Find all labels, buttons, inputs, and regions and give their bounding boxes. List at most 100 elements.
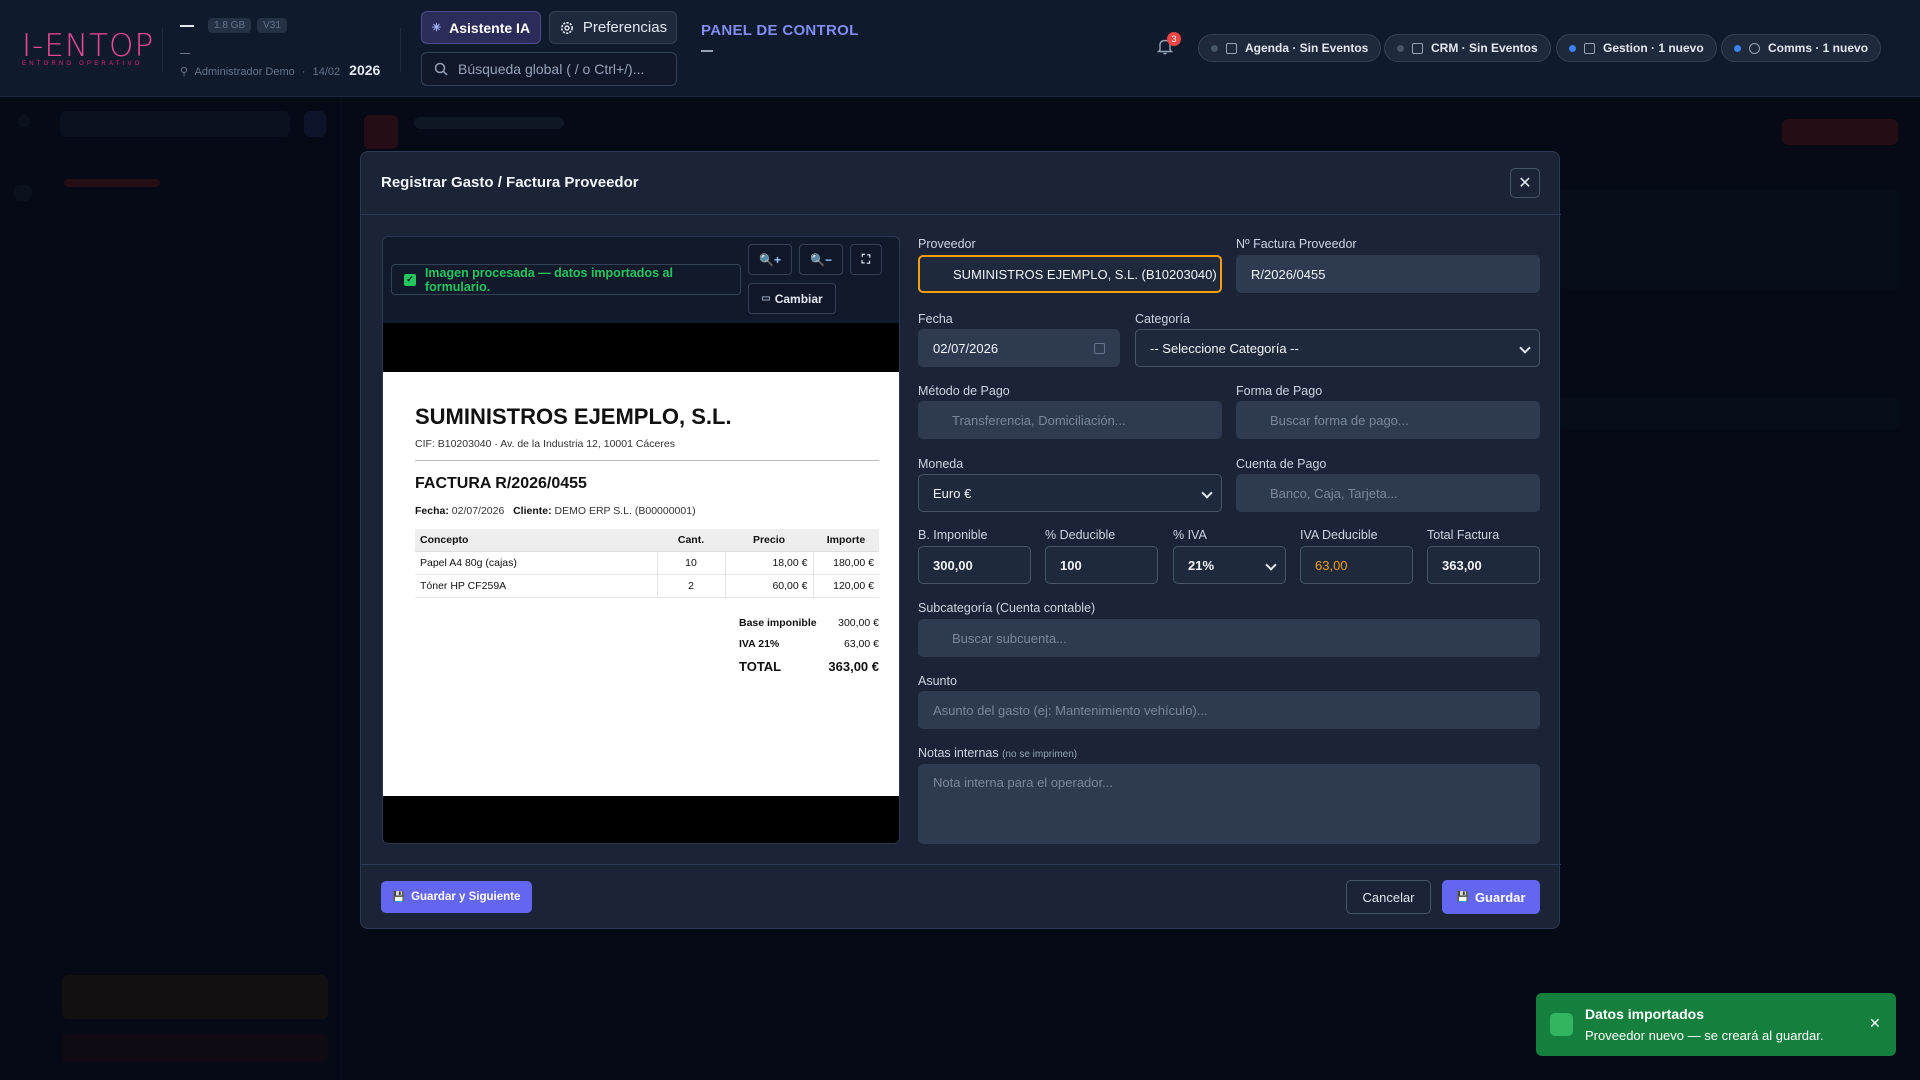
chip-comms[interactable]: Comms · 1 nuevo bbox=[1721, 34, 1882, 62]
close-button[interactable]: ✕ bbox=[1510, 168, 1540, 198]
processed-status: ✓ Imagen procesada — datos importados al… bbox=[391, 264, 741, 295]
asunto-input[interactable]: Asunto del gasto (ej: Mantenimiento vehí… bbox=[918, 691, 1540, 729]
chip-gestion[interactable]: Gestion · 1 nuevo bbox=[1556, 34, 1717, 62]
cuenta-input[interactable]: Banco, Caja, Tarjeta... bbox=[1236, 474, 1540, 512]
zoom-out-icon: 🔍− bbox=[810, 252, 832, 267]
moneda-select[interactable]: Euro € bbox=[918, 474, 1222, 512]
table-row: Papel A4 80g (cajas) 10 18,00 € 180,00 € bbox=[415, 551, 879, 575]
metodo-label: Método de Pago bbox=[918, 384, 1010, 398]
chip-crm[interactable]: CRM · Sin Eventos bbox=[1384, 34, 1551, 62]
subcat-label: Subcategoría (Cuenta contable) bbox=[918, 601, 1096, 615]
global-search-input[interactable]: Búsqueda global ( / o Ctrl+/)... bbox=[421, 52, 677, 86]
cancel-button[interactable]: Cancelar bbox=[1346, 880, 1431, 914]
notifications-button[interactable]: 3 bbox=[1156, 32, 1181, 60]
calendar-icon bbox=[1094, 343, 1105, 354]
iva-value: 63,00 € bbox=[843, 638, 879, 650]
nfactura-field[interactable]: R/2026/0455 bbox=[1236, 255, 1540, 293]
fecha-field[interactable]: 02/07/2026 bbox=[918, 329, 1120, 367]
row-qty: 2 bbox=[657, 574, 726, 598]
total-value: 363,00 € bbox=[828, 659, 879, 674]
deducible-input[interactable]: 100 bbox=[1045, 546, 1158, 584]
ai-assistant-button[interactable]: ✳ Asistente IA bbox=[421, 11, 541, 44]
notas-hint: (no se imprimen) bbox=[1002, 749, 1078, 760]
table-row: Tóner HP CF259A 2 60,00 € 120,00 € bbox=[415, 574, 879, 598]
invoice-totals: Base imponible 300,00 € IVA 21% 63,00 € TO… bbox=[739, 617, 879, 683]
date-short: 14/02 bbox=[312, 66, 341, 78]
invoice-cif: CIF: B10203040 · Av. de la Industria 12,… bbox=[415, 438, 879, 461]
chip-label: CRM · Sin Eventos bbox=[1431, 41, 1538, 55]
success-icon bbox=[1550, 1013, 1573, 1036]
iva-label: % IVA bbox=[1173, 528, 1207, 542]
total-label: Total Factura bbox=[1427, 528, 1500, 542]
memory-badge: 1.8 GB bbox=[208, 18, 252, 33]
iva-deducible-field: 63,00 bbox=[1300, 546, 1413, 584]
total-input[interactable]: 363,00 bbox=[1427, 546, 1540, 584]
save-button[interactable]: 💾 Guardar bbox=[1442, 880, 1540, 914]
deducible-label: % Deducible bbox=[1045, 528, 1116, 542]
row-price: 60,00 € bbox=[725, 574, 814, 598]
gear-icon bbox=[560, 21, 573, 34]
ai-assistant-label: Asistente IA bbox=[449, 19, 531, 36]
search-icon bbox=[434, 62, 448, 76]
user-name: Administrador Demo bbox=[194, 66, 295, 78]
save-label: Guardar bbox=[1474, 889, 1526, 905]
invoice-image: SUMINISTROS EJEMPLO, S.L. CIF: B10203040… bbox=[383, 372, 899, 796]
user-icon: ⚲ bbox=[180, 66, 189, 78]
chip-label: Comms · 1 nuevo bbox=[1768, 41, 1869, 55]
crm-icon bbox=[1412, 42, 1423, 54]
base-label: B. Imponible bbox=[918, 528, 988, 542]
notas-textarea[interactable]: Nota interna para el operador... bbox=[918, 764, 1540, 844]
zoom-out-button[interactable]: 🔍− bbox=[799, 244, 843, 275]
status-dash bbox=[180, 24, 194, 27]
zoom-in-button[interactable]: 🔍+ bbox=[748, 244, 792, 275]
iva-select[interactable]: 21% bbox=[1173, 546, 1286, 584]
toast-close-icon[interactable]: ✕ bbox=[1869, 1015, 1881, 1032]
base-value: 300,00 € bbox=[838, 617, 879, 629]
base-input[interactable]: 300,00 bbox=[918, 546, 1031, 584]
col-price: Precio bbox=[725, 529, 813, 552]
forma-input[interactable]: Buscar forma de pago... bbox=[1236, 401, 1540, 439]
proveedor-label: Proveedor bbox=[918, 237, 976, 251]
table-header-row: Concepto Cant. Precio Importe bbox=[415, 529, 879, 552]
toast-title: Datos importados bbox=[1585, 1006, 1705, 1022]
preferences-button[interactable]: Preferencias bbox=[549, 11, 677, 44]
chat-icon bbox=[1749, 42, 1760, 54]
base-label: Base imponible bbox=[739, 617, 817, 629]
row-amount: 180,00 € bbox=[813, 551, 879, 575]
invoice-client: DEMO ERP S.L. (B00000001) bbox=[554, 505, 696, 517]
preview-backdrop bbox=[383, 323, 899, 372]
metodo-input[interactable]: Transferencia, Domiciliación... bbox=[918, 401, 1222, 439]
toast-message: Proveedor nuevo — se creará al guardar. bbox=[1585, 1028, 1824, 1043]
proveedor-field[interactable]: SUMINISTROS EJEMPLO, S.L. (B10203040) bbox=[918, 255, 1222, 293]
forma-label: Forma de Pago bbox=[1236, 384, 1323, 398]
col-qty: Cant. bbox=[657, 529, 725, 552]
invoice-client-label: Cliente: bbox=[513, 505, 552, 517]
floppy-icon: 💾 bbox=[1456, 891, 1469, 903]
chip-agenda[interactable]: Agenda · Sin Eventos bbox=[1198, 34, 1382, 62]
version-badge: V31 bbox=[257, 18, 287, 33]
status-dot bbox=[1397, 44, 1404, 52]
divider bbox=[400, 28, 401, 72]
status-dash-2 bbox=[180, 53, 190, 54]
categoria-label: Categoría bbox=[1135, 312, 1190, 326]
fullscreen-button[interactable]: ⛶ bbox=[850, 244, 882, 275]
change-image-button[interactable]: ▭ Cambiar bbox=[748, 283, 836, 314]
sparkle-icon: ✳ bbox=[431, 22, 442, 34]
categoria-select[interactable]: -- Seleccione Categoría -- bbox=[1135, 329, 1540, 367]
fecha-label: Fecha bbox=[918, 312, 953, 326]
divider bbox=[361, 864, 1561, 865]
divider bbox=[162, 28, 163, 72]
user-line: ⚲ Administrador Demo · 14/02 2026 bbox=[180, 62, 381, 78]
iva-deducible-label: IVA Deducible bbox=[1300, 528, 1378, 542]
document-icon bbox=[1584, 42, 1595, 54]
invoice-meta: Fecha: 02/07/2026 Cliente: DEMO ERP S.L.… bbox=[415, 505, 879, 517]
fullscreen-icon: ⛶ bbox=[861, 252, 871, 266]
calendar-icon bbox=[1226, 42, 1237, 54]
status-dot bbox=[1569, 44, 1576, 52]
zoom-in-icon: 🔍+ bbox=[759, 252, 781, 267]
col-amount: Importe bbox=[813, 529, 879, 552]
row-concept: Papel A4 80g (cajas) bbox=[415, 551, 658, 575]
app-logo[interactable]: I-ENTOP ENTORNO OPERATIVO bbox=[22, 31, 154, 68]
subcat-input[interactable]: Buscar subcuenta... bbox=[918, 619, 1540, 657]
save-and-next-button[interactable]: 💾 Guardar y Siguiente bbox=[381, 881, 532, 913]
